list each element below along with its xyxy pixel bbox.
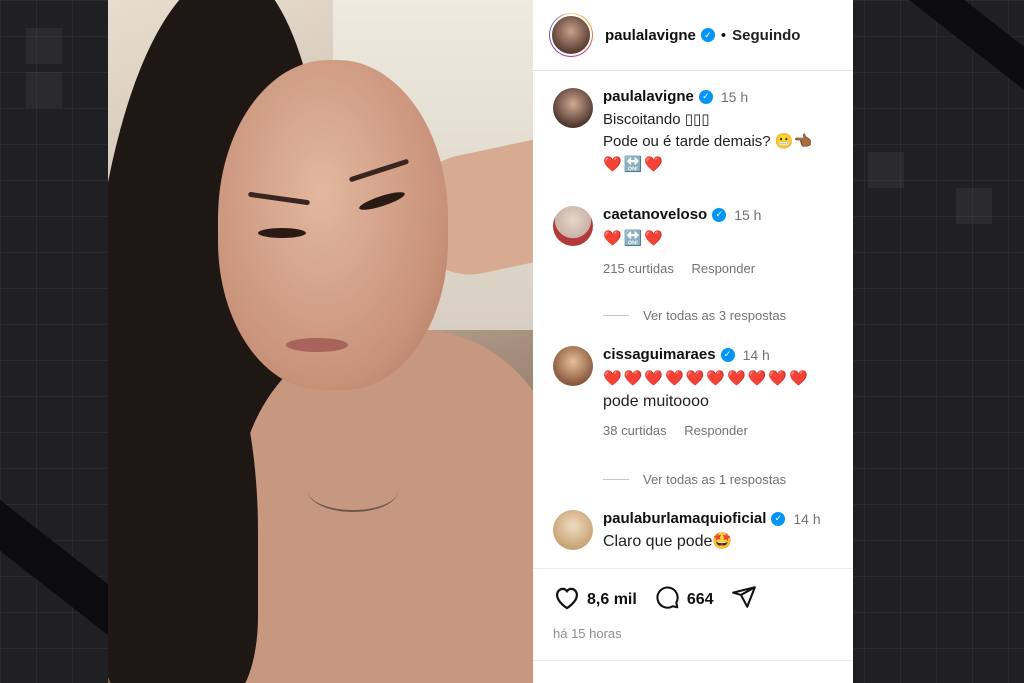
comment-text: Claro que pode🤩 <box>603 533 733 550</box>
caption: paulalavigne ✓ 15 h Biscoitando ▯▯▯ Pode… <box>553 88 812 173</box>
comment-likes[interactable]: 38 curtidas <box>603 423 667 438</box>
comment-text-2: pode muitoooo <box>603 393 709 410</box>
decor-square <box>868 152 904 188</box>
view-replies-label[interactable]: Ver todas as 3 respostas <box>643 308 786 323</box>
photo-shoulder <box>238 330 533 683</box>
post-photo[interactable] <box>108 0 533 683</box>
divider <box>533 568 853 569</box>
post-panel: paulalavigne ✓ • Seguindo paulalavigne ✓… <box>533 0 853 683</box>
heart-icon[interactable] <box>553 584 581 615</box>
post-actions: 8,6 mil 664 <box>553 584 758 615</box>
view-replies-label[interactable]: Ver todas as 1 respostas <box>643 472 786 487</box>
commenter-avatar[interactable] <box>553 510 593 550</box>
replies-line <box>603 315 629 316</box>
replies-line <box>603 479 629 480</box>
view-replies-button[interactable]: Ver todas as 1 respostas <box>603 472 786 487</box>
photo-necklace <box>308 470 398 512</box>
author-avatar[interactable] <box>549 13 593 57</box>
comment-text: ❤️🔛❤️ <box>603 230 666 247</box>
verified-icon: ✓ <box>771 511 786 526</box>
photo-eye <box>258 228 306 238</box>
decor-square <box>26 28 62 64</box>
comment-text: ❤️❤️❤️❤️❤️❤️❤️❤️❤️❤️ <box>603 370 810 387</box>
commenter-name[interactable]: caetanoveloso <box>603 206 707 223</box>
decor-square <box>26 72 62 108</box>
comment-item: cissaguimaraes ✓ 14 h ❤️❤️❤️❤️❤️❤️❤️❤️❤️… <box>553 346 810 438</box>
verified-icon: ✓ <box>700 28 715 42</box>
comment-time[interactable]: 14 h <box>793 511 820 527</box>
decor-square <box>956 188 992 224</box>
comment-time[interactable]: 14 h <box>743 347 770 363</box>
comments-count[interactable]: 664 <box>687 591 714 609</box>
reply-button[interactable]: Responder <box>684 423 748 438</box>
post-time-ago[interactable]: há 15 horas <box>553 626 622 641</box>
comment-time[interactable]: 15 h <box>734 207 761 223</box>
commenter-avatar[interactable] <box>553 346 593 386</box>
caption-time[interactable]: 15 h <box>721 89 748 105</box>
verified-icon: ✓ <box>698 89 713 104</box>
send-icon[interactable] <box>730 584 758 615</box>
reply-button[interactable]: Responder <box>691 261 755 276</box>
author-avatar-small[interactable] <box>553 88 593 128</box>
caption-line-2: Pode ou é tarde demais? 😬👈🏾 <box>603 133 813 150</box>
comment-item: paulaburlamaquioficial ✓ 14 h Claro que … <box>553 510 821 553</box>
author-handle[interactable]: paulalavigne <box>605 27 696 44</box>
divider <box>533 660 853 661</box>
verified-icon: ✓ <box>712 207 727 222</box>
commenter-avatar[interactable] <box>553 206 593 246</box>
separator-dot: • <box>720 26 727 44</box>
verified-icon: ✓ <box>720 347 735 362</box>
commenter-name[interactable]: paulaburlamaquioficial <box>603 510 766 527</box>
comment-likes[interactable]: 215 curtidas <box>603 261 674 276</box>
likes-count[interactable]: 8,6 mil <box>587 591 637 609</box>
view-replies-button[interactable]: Ver todas as 3 respostas <box>603 308 786 323</box>
caption-emojis: ❤️🔛❤️ <box>603 156 666 173</box>
caption-author[interactable]: paulalavigne <box>603 88 694 105</box>
post-header: paulalavigne ✓ • Seguindo <box>533 0 853 71</box>
comment-icon[interactable] <box>653 584 681 615</box>
caption-line-1: Biscoitando ▯▯▯ <box>603 111 710 128</box>
comment-item: caetanoveloso ✓ 15 h ❤️🔛❤️ 215 curtidas … <box>553 206 761 276</box>
photo-lips <box>286 338 348 352</box>
commenter-name[interactable]: cissaguimaraes <box>603 346 716 363</box>
follow-status-button[interactable]: Seguindo <box>732 27 800 44</box>
